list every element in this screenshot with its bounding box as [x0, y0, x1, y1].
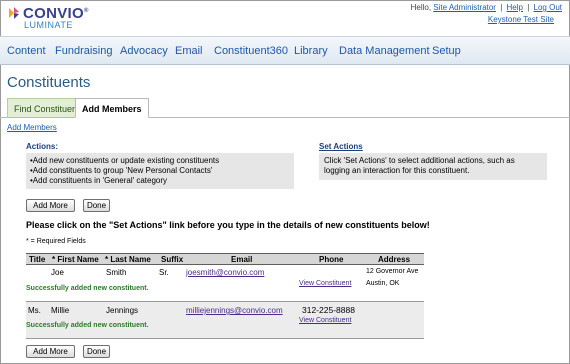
view-constituent-link[interactable]: View Constituent [299, 317, 351, 324]
cell-address-line1: 12 Governor Ave [366, 268, 419, 275]
add-more-button[interactable]: Add More [26, 199, 75, 212]
header-phone: Phone [319, 255, 344, 264]
email-link[interactable]: joesmith@convio.com [186, 268, 264, 277]
nav-setup[interactable]: Setup [432, 45, 461, 57]
cell-last-name: Smith [106, 268, 127, 277]
separator: | [527, 3, 530, 12]
tab-add-members[interactable]: Add Members [75, 98, 149, 118]
action-item: •Add constituents in 'General' category [30, 176, 168, 185]
cell-address-line2: Austin, OK [366, 280, 400, 287]
nav-advocacy[interactable]: Advocacy [120, 45, 168, 57]
nav-fundraising[interactable]: Fundraising [55, 45, 112, 57]
header-address: Address [378, 255, 411, 264]
header-title: Title [29, 255, 46, 264]
cell-last-name: Jennings [106, 306, 139, 315]
nav-library[interactable]: Library [294, 45, 328, 57]
actions-heading: Actions: [26, 142, 58, 151]
view-constituent-link[interactable]: View Constituent [299, 280, 351, 287]
org-link[interactable]: Keystone Test Site [488, 15, 554, 24]
done-button-bottom[interactable]: Done [83, 345, 110, 358]
cell-first-name: Millie [51, 306, 70, 315]
header-suffix: Suffix [161, 255, 184, 264]
header-email: Email [231, 255, 253, 264]
done-button[interactable]: Done [83, 199, 110, 212]
action-item: •Add constituents to group 'New Personal… [30, 166, 213, 175]
user-link[interactable]: Site Administrator [433, 3, 496, 12]
convio-logo[interactable]: CONVIO® LUMINATE [7, 4, 97, 34]
top-links: Hello, Site Administrator | Help | Log O… [411, 3, 562, 12]
help-link[interactable]: Help [507, 3, 523, 12]
nav-content[interactable]: Content [7, 45, 46, 57]
set-actions-description: Click 'Set Actions' to select additional… [319, 153, 547, 180]
greeting-text: Hello, [410, 3, 432, 12]
logout-link[interactable]: Log Out [534, 3, 562, 12]
header-first-name: * First Name [52, 255, 99, 264]
set-actions-link[interactable]: Set Actions [319, 142, 363, 151]
actions-box: •Add new constituents or update existing… [26, 153, 294, 189]
cell-suffix: Sr. [159, 268, 169, 277]
cell-title: Ms. [28, 306, 41, 315]
cell-phone: 312-225-8888 [302, 305, 355, 315]
org-name: Keystone Test Site [488, 15, 554, 24]
cell-first-name: Joe [51, 268, 64, 277]
nav-constituent360[interactable]: Constituent360 [214, 45, 288, 57]
table-row: Ms. Millie Jennings milliejennings@convi… [26, 301, 424, 339]
email-link[interactable]: milliejennings@convio.com [186, 306, 283, 315]
logo-subtitle: LUMINATE [24, 20, 73, 30]
logo-mark-icon [9, 7, 19, 19]
table-header: Title * First Name * Last Name Suffix Em… [26, 253, 424, 265]
header-last-name: * Last Name [105, 255, 151, 264]
add-members-link[interactable]: Add Members [7, 123, 57, 132]
main-nav: Content Fundraising Advocacy Email Const… [0, 36, 570, 65]
separator: | [500, 3, 503, 12]
action-item: •Add new constituents or update existing… [30, 156, 220, 165]
set-actions-warning: Please click on the "Set Actions" link b… [26, 220, 430, 230]
nav-email[interactable]: Email [175, 45, 203, 57]
required-fields-note: * = Required Fields [26, 238, 86, 245]
table-row: Joe Smith Sr. joesmith@convio.com View C… [26, 265, 424, 301]
success-message: Successfully added new constituent. [26, 285, 149, 292]
page-title: Constituents [7, 74, 91, 91]
add-more-button-bottom[interactable]: Add More [26, 345, 75, 358]
nav-data-management[interactable]: Data Management [339, 45, 430, 57]
success-message: Successfully added new constituent. [26, 322, 149, 329]
